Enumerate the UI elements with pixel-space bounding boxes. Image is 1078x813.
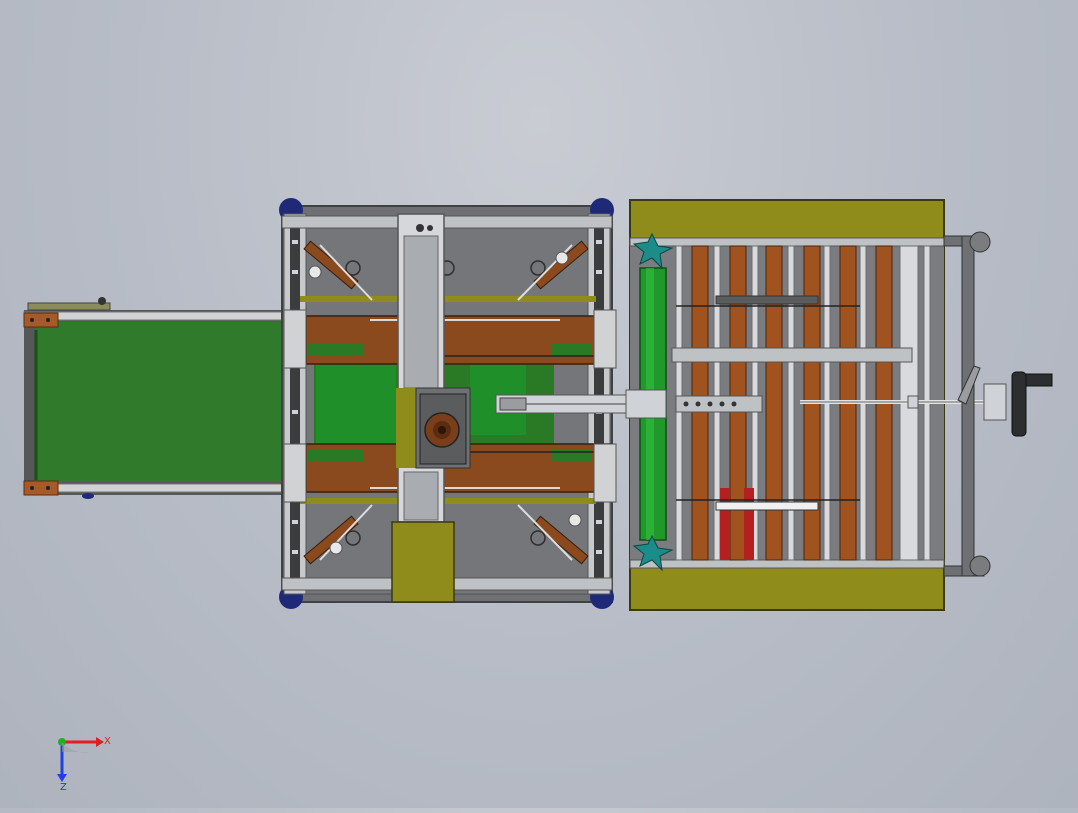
drive-bracket <box>27 302 111 311</box>
conveyor-belt <box>36 322 282 482</box>
x-axis-label: X <box>104 736 111 747</box>
conveyor-end-plate-bottom <box>23 480 59 496</box>
conveyor-end-plate-top <box>23 312 59 328</box>
handwheel-knob <box>1025 373 1053 387</box>
cad-viewport[interactable]: X Z <box>0 0 1078 808</box>
conveyor-top-rail <box>23 311 287 321</box>
roller-section <box>625 199 990 611</box>
motor-housing <box>391 521 455 603</box>
upper-guide-plate <box>305 315 613 365</box>
drive-sprocket <box>98 297 106 305</box>
infeed-conveyor <box>23 297 287 499</box>
coordinate-triad: X Z <box>57 736 111 793</box>
z-axis-label: Z <box>60 782 67 793</box>
erector-frame <box>279 198 631 609</box>
handwheel <box>1011 371 1027 437</box>
machine-drawing: X Z <box>23 198 1053 793</box>
conveyor-bottom-rail <box>23 483 287 493</box>
